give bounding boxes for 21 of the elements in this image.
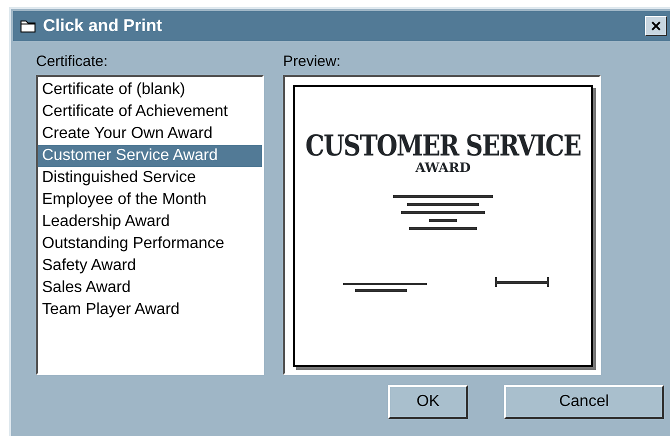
list-item[interactable]: Customer Service Award [38,145,262,167]
window-title: Click and Print [43,15,162,38]
certificate-label: Certificate: [36,53,109,71]
list-item[interactable]: Employee of the Month [38,189,262,211]
close-button[interactable]: × [645,16,667,36]
certificate-list[interactable] [36,75,264,375]
list-item[interactable]: Sales Award [38,277,262,299]
cancel-button[interactable]: Cancel [504,385,664,419]
certificate-heading: CUSTOMER SERVICE [305,128,581,163]
list-item[interactable]: Certificate of Achievement [38,101,262,123]
list-item[interactable]: Safety Award [38,255,262,277]
ok-button[interactable]: OK [388,385,468,419]
preview-label: Preview: [283,53,342,71]
certificate-subheading: AWARD [415,161,471,177]
list-item[interactable]: Team Player Award [38,299,262,321]
list-item[interactable]: Leadership Award [38,211,262,233]
folder-icon [19,18,37,34]
list-item[interactable]: Outstanding Performance [38,233,262,255]
list-item[interactable]: Create Your Own Award [38,123,262,145]
list-item[interactable]: Distinguished Service [38,167,262,189]
list-item[interactable]: Certificate of (blank) [38,79,262,101]
